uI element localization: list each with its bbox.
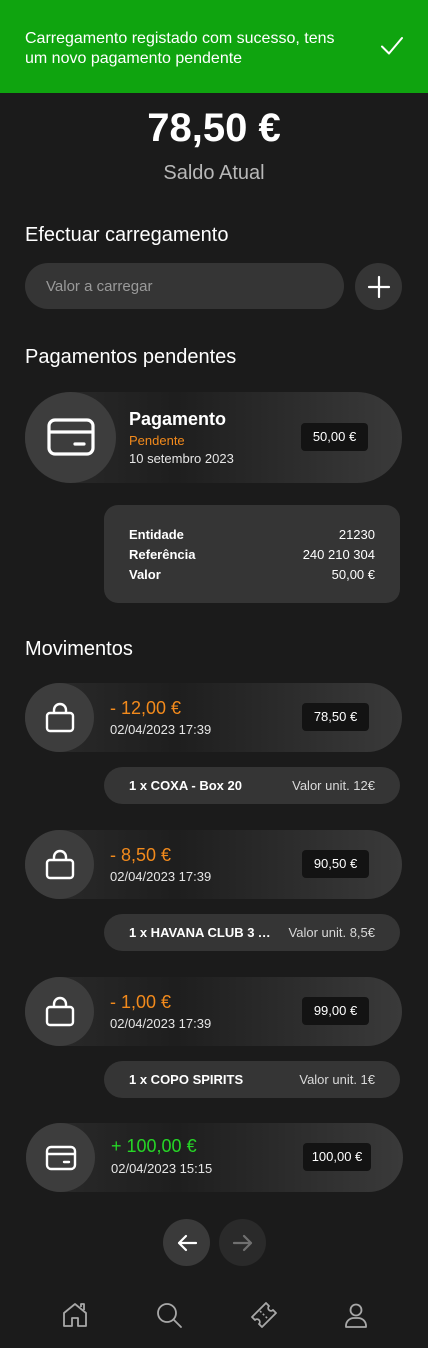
prev-page-button[interactable] <box>163 1219 210 1266</box>
movement-icon-wrap <box>25 977 94 1046</box>
movement-balance: 90,50 € <box>302 850 369 878</box>
movement-balance: 100,00 € <box>303 1143 371 1171</box>
next-page-button[interactable] <box>219 1219 266 1266</box>
movement-amount: + 100,00 € <box>111 1136 197 1156</box>
credit-card-icon <box>46 417 95 456</box>
banner-message: Carregamento registado com sucesso, tens… <box>25 30 335 67</box>
shopping-bag-icon <box>45 702 74 732</box>
item-unit-price: Valor unit. 8,5€ <box>288 925 375 940</box>
detail-row: Referência 240 210 304 <box>129 547 375 562</box>
plus-icon <box>367 275 390 298</box>
movement-item-detail: 1 x COXA - Box 20 Valor unit. 12€ <box>104 767 400 804</box>
add-topup-button[interactable] <box>355 263 402 310</box>
detail-row: Entidade 21230 <box>129 527 375 542</box>
movement-item-detail: 1 x HAVANA CLUB 3 ANOS Valor unit. 8,5€ <box>104 914 400 951</box>
item-unit-price: Valor unit. 12€ <box>292 778 375 793</box>
movements-title: Movimentos <box>25 638 133 660</box>
pending-payment-amount: 50,00 € <box>301 423 368 451</box>
shopping-bag-icon <box>45 849 74 879</box>
detail-value: 240 210 304 <box>302 547 375 562</box>
search-icon[interactable] <box>154 1300 184 1330</box>
item-unit-price: Valor unit. 1€ <box>299 1072 375 1087</box>
movement-date: 02/04/2023 17:39 <box>110 722 212 737</box>
pending-title: Pagamentos pendentes <box>25 346 237 368</box>
movement-amount: - 12,00 € <box>110 698 182 718</box>
movement-date: 02/04/2023 17:39 <box>110 869 212 884</box>
movement-item-detail: 1 x COPO SPIRITS Valor unit. 1€ <box>104 1061 400 1098</box>
topup-title: Efectuar carregamento <box>25 224 229 246</box>
pending-payment-name: Pagamento <box>129 409 227 429</box>
payment-details-card: Entidade 21230 Referência 240 210 304 Va… <box>104 505 400 603</box>
balance-label: Saldo Atual <box>163 162 265 184</box>
movement-icon-wrap <box>26 1123 95 1192</box>
movement-amount: - 1,00 € <box>110 992 172 1012</box>
detail-value: 21230 <box>338 527 375 542</box>
movement-balance: 78,50 € <box>302 703 369 731</box>
success-banner: Carregamento registado com sucesso, tens… <box>0 0 428 93</box>
movement-amount: - 8,50 € <box>110 845 172 865</box>
item-name: 1 x COXA - Box 20 <box>129 778 242 793</box>
detail-label: Entidade <box>129 527 184 542</box>
item-name: 1 x HAVANA CLUB 3 ANOS <box>129 925 279 940</box>
detail-row: Valor 50,00 € <box>129 567 375 582</box>
home-icon[interactable] <box>60 1300 90 1330</box>
user-icon[interactable] <box>341 1300 371 1330</box>
ticket-icon[interactable] <box>249 1300 279 1330</box>
check-icon[interactable] <box>379 33 405 59</box>
detail-value: 50,00 € <box>331 567 375 582</box>
detail-label: Referência <box>129 547 196 562</box>
movement-date: 02/04/2023 17:39 <box>110 1016 212 1031</box>
movement-icon-wrap <box>25 830 94 899</box>
item-name: 1 x COPO SPIRITS <box>129 1072 244 1087</box>
credit-card-icon <box>45 1145 76 1170</box>
balance-amount: 78,50 € <box>147 106 281 150</box>
pending-payment-date: 10 setembro 2023 <box>129 451 234 466</box>
arrow-left-icon <box>177 1234 197 1251</box>
arrow-right-icon <box>232 1234 252 1251</box>
pending-payment-status: Pendente <box>129 433 185 448</box>
movement-date: 02/04/2023 15:15 <box>111 1161 213 1176</box>
movement-icon-wrap <box>25 683 94 752</box>
detail-label: Valor <box>129 567 161 582</box>
pending-payment-icon-wrap <box>25 392 116 483</box>
shopping-bag-icon <box>45 996 74 1026</box>
topup-amount-input[interactable] <box>25 263 344 309</box>
movement-balance: 99,00 € <box>302 997 369 1025</box>
